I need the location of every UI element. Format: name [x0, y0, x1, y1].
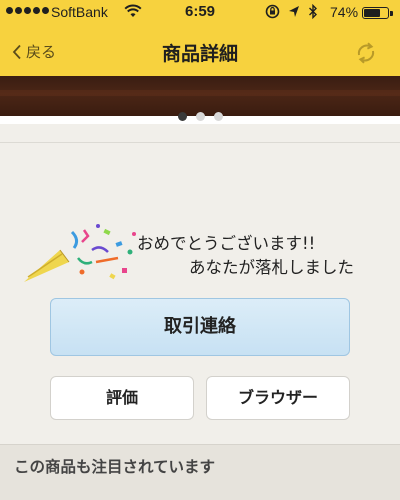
back-button[interactable]: 戻る — [12, 41, 56, 62]
evaluate-button[interactable]: 評価 — [50, 376, 194, 420]
congratulations-text: おめでとうございます!! — [137, 234, 316, 253]
battery-percentage: 74% — [330, 4, 359, 20]
battery-icon — [362, 7, 393, 19]
navigation-bar: 戻る 商品詳細 — [0, 26, 400, 76]
bluetooth-icon — [309, 4, 317, 19]
page-title: 商品詳細 — [161, 43, 238, 65]
carousel-dot[interactable] — [195, 112, 205, 121]
won-auction-text: あなたが落札しました — [189, 258, 354, 277]
transaction-contact-button[interactable]: 取引連絡 — [50, 298, 350, 356]
status-bar: SoftBank 6:59 74% — [0, 0, 400, 26]
location-arrow-icon — [289, 6, 299, 17]
divider — [0, 142, 400, 143]
product-image-carousel[interactable] — [0, 76, 400, 124]
winning-bid-message: おめでとうございます!! あなたが落札しました — [137, 232, 354, 280]
related-items-section-header: この商品も注目されています — [0, 444, 400, 500]
section-title: この商品も注目されています — [14, 458, 216, 476]
open-in-browser-button[interactable]: ブラウザー — [206, 376, 350, 420]
rotation-lock-icon — [265, 4, 280, 19]
carousel-dot[interactable] — [213, 112, 223, 121]
party-popper-icon — [24, 224, 136, 282]
carousel-dot[interactable] — [177, 112, 187, 121]
refresh-icon[interactable] — [352, 39, 380, 67]
carousel-page-indicator[interactable] — [0, 112, 400, 121]
back-label: 戻る — [26, 43, 57, 61]
chevron-left-icon — [12, 44, 21, 59]
product-photo[interactable] — [0, 76, 400, 116]
